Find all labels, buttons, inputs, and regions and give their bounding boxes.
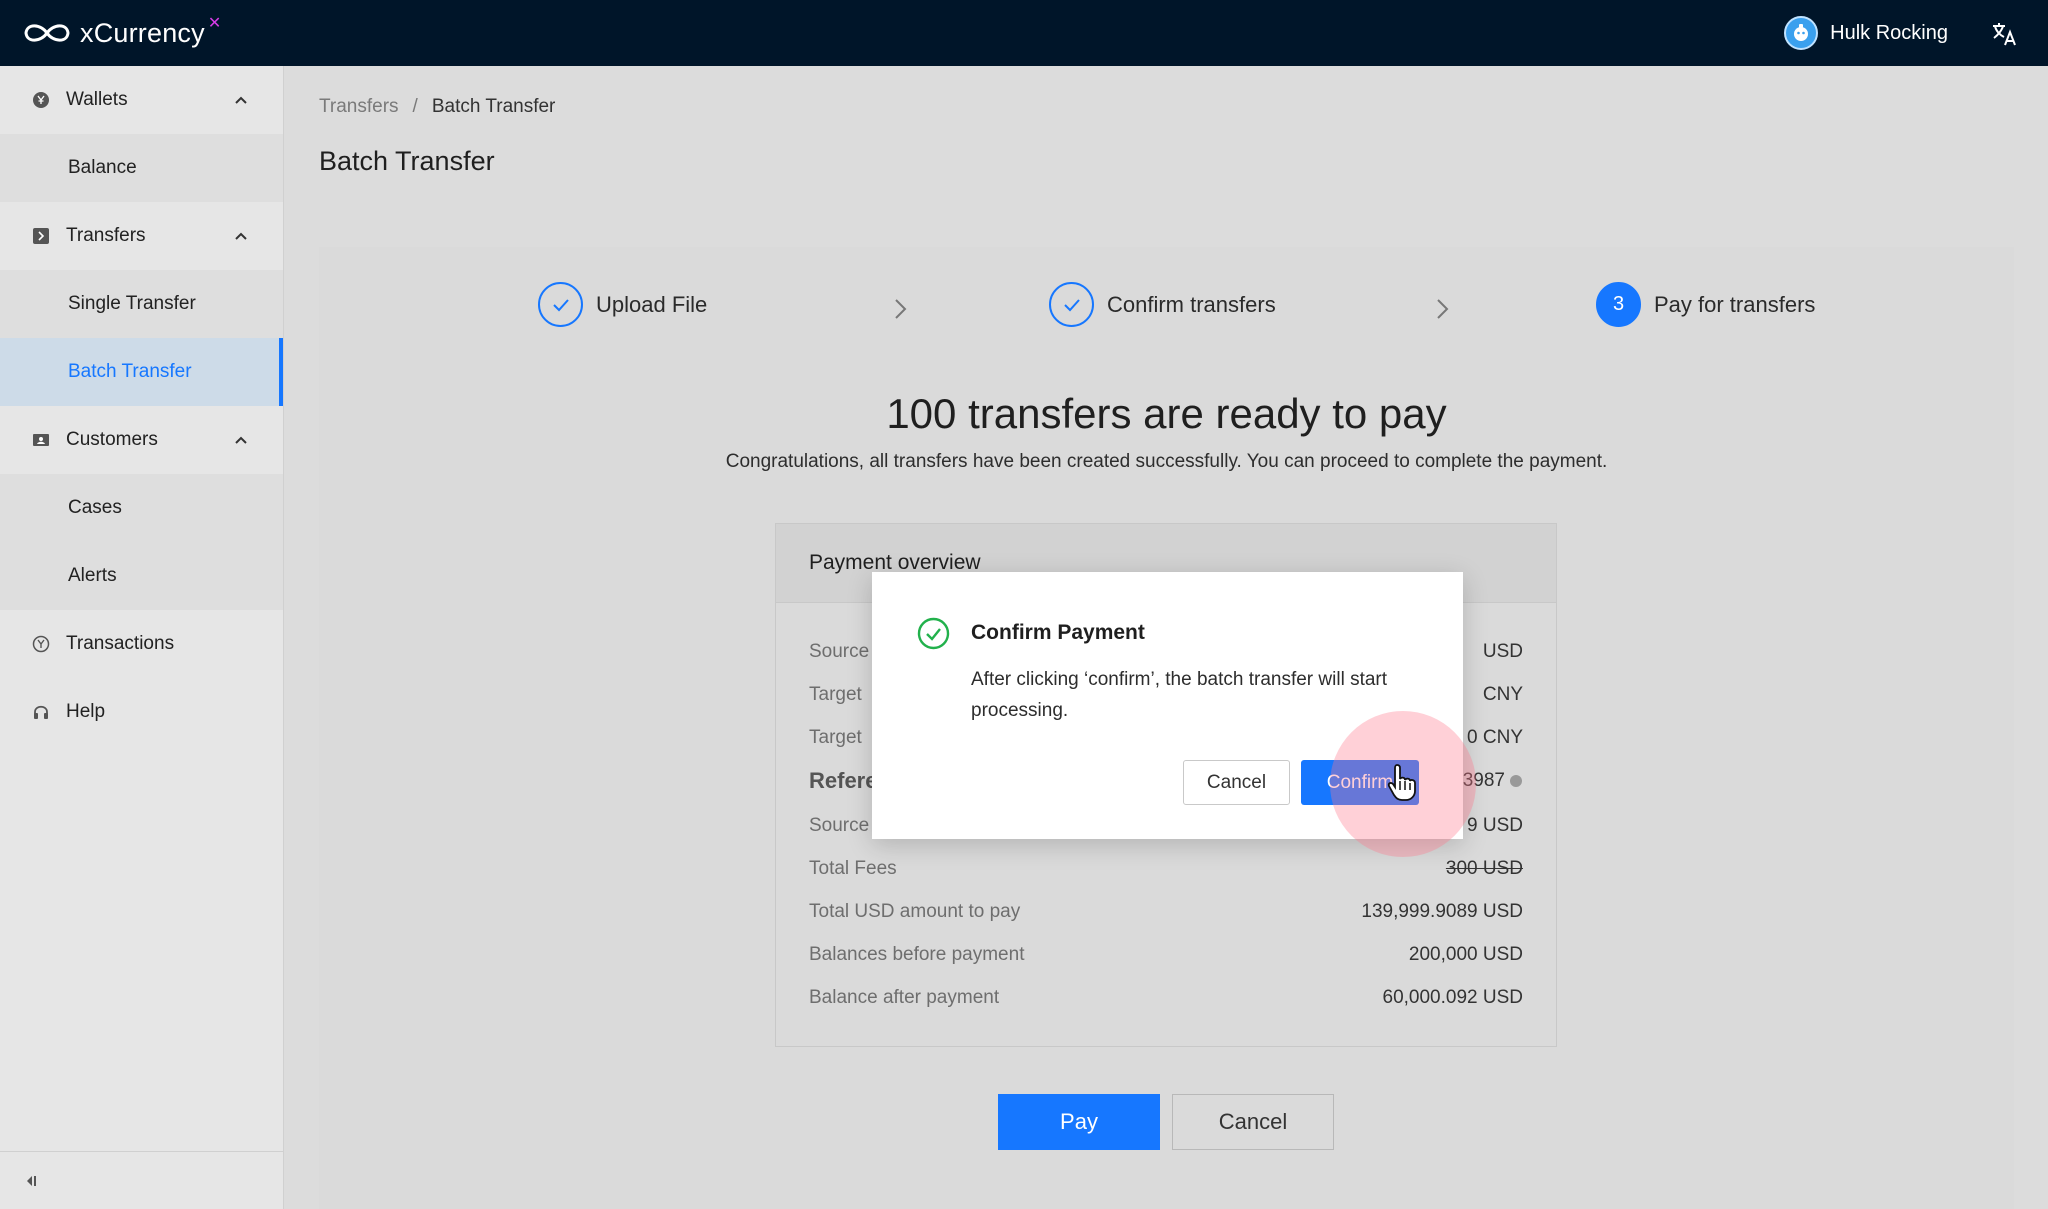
- cancel-button[interactable]: Cancel: [1172, 1094, 1334, 1150]
- sidebar-group-transfers[interactable]: Transfers: [0, 202, 283, 270]
- headset-icon: [32, 703, 50, 721]
- sidebar-group-label: Transfers: [66, 225, 146, 246]
- modal-title: Confirm Payment: [971, 621, 1145, 644]
- info-icon[interactable]: [1509, 774, 1523, 788]
- chevron-right-icon: [895, 299, 907, 319]
- chevron-right-icon: [1437, 299, 1449, 319]
- logo-x-mark: ✕: [207, 15, 222, 32]
- transactions-icon: [32, 635, 50, 653]
- modal-confirm-button[interactable]: Confirm: [1301, 760, 1419, 805]
- step-pay-for-transfers: 3 Pay for transfers: [1596, 282, 1815, 327]
- confirm-payment-modal: Confirm Payment After clicking ‘confirm’…: [872, 572, 1463, 839]
- app-name: xCurrency: [80, 17, 205, 48]
- avatar: [1784, 16, 1819, 50]
- breadcrumb-parent[interactable]: Transfers: [319, 96, 399, 118]
- collapse-icon: [27, 1175, 36, 1186]
- sidebar-group-label: Customers: [66, 429, 158, 450]
- steps: Upload File Confirm transfers 3 Pay for …: [319, 282, 2014, 332]
- app-logo[interactable]: xCurrency ✕: [22, 15, 221, 49]
- chevron-up-icon: [235, 232, 247, 240]
- sidebar-item-alerts[interactable]: Alerts: [0, 542, 283, 610]
- user-menu[interactable]: Hulk Rocking: [1784, 0, 1948, 66]
- user-name: Hulk Rocking: [1830, 21, 1948, 44]
- overview-row: Balances before payment 200,000 USD: [809, 944, 1523, 965]
- infinity-logo-icon: [24, 24, 70, 42]
- overview-row: Total Fees 300 USD: [809, 858, 1523, 879]
- sidebar-item-transactions[interactable]: Transactions: [0, 610, 283, 678]
- sidebar-item-cases[interactable]: Cases: [0, 474, 283, 542]
- sidebar-collapse-button[interactable]: [0, 1151, 284, 1209]
- sidebar: Wallets Balance Transfers Single Transfe…: [0, 66, 284, 1209]
- modal-cancel-button[interactable]: Cancel: [1183, 760, 1290, 805]
- modal-text: After clicking ‘confirm’, the batch tran…: [971, 669, 1388, 721]
- top-bar: xCurrency ✕ Hulk Rocking: [0, 0, 2048, 66]
- hero-title: 100 transfers are ready to pay: [886, 390, 1447, 437]
- breadcrumb: Transfers / Batch Transfer: [319, 96, 555, 118]
- sidebar-item-help[interactable]: Help: [0, 678, 283, 746]
- sidebar-item-balance[interactable]: Balance: [0, 134, 283, 202]
- breadcrumb-separator: /: [412, 96, 418, 117]
- check-circle-icon: [917, 617, 950, 650]
- translate-icon[interactable]: [1990, 20, 2018, 48]
- page-title: Batch Transfer: [319, 146, 495, 176]
- overview-row: Balance after payment 60,000.092 USD: [809, 987, 1523, 1008]
- sidebar-item-single-transfer[interactable]: Single Transfer: [0, 270, 283, 338]
- hero-subtitle: Congratulations, all transfers have been…: [725, 451, 1608, 472]
- sidebar-group-label: Wallets: [66, 89, 128, 110]
- step-number: 3: [1596, 282, 1641, 327]
- step-confirm-transfers: Confirm transfers: [1049, 282, 1276, 327]
- wallet-icon: [32, 91, 50, 109]
- page-header: Transfers / Batch Transfer Batch Transfe…: [285, 66, 2048, 213]
- sidebar-group-wallets[interactable]: Wallets: [0, 66, 283, 134]
- pay-button[interactable]: Pay: [998, 1094, 1160, 1150]
- sidebar-item-batch-transfer[interactable]: Batch Transfer: [0, 338, 283, 406]
- chevron-up-icon: [235, 96, 247, 104]
- step-upload-file: Upload File: [538, 282, 707, 327]
- transfer-icon: [32, 227, 50, 245]
- breadcrumb-current: Batch Transfer: [431, 96, 556, 117]
- check-icon: [538, 282, 583, 327]
- chevron-up-icon: [235, 436, 247, 444]
- sidebar-group-customers[interactable]: Customers: [0, 406, 283, 474]
- customers-icon: [32, 431, 50, 449]
- check-icon: [1049, 282, 1094, 327]
- overview-row: Total USD amount to pay 139,999.9089 USD: [809, 901, 1523, 922]
